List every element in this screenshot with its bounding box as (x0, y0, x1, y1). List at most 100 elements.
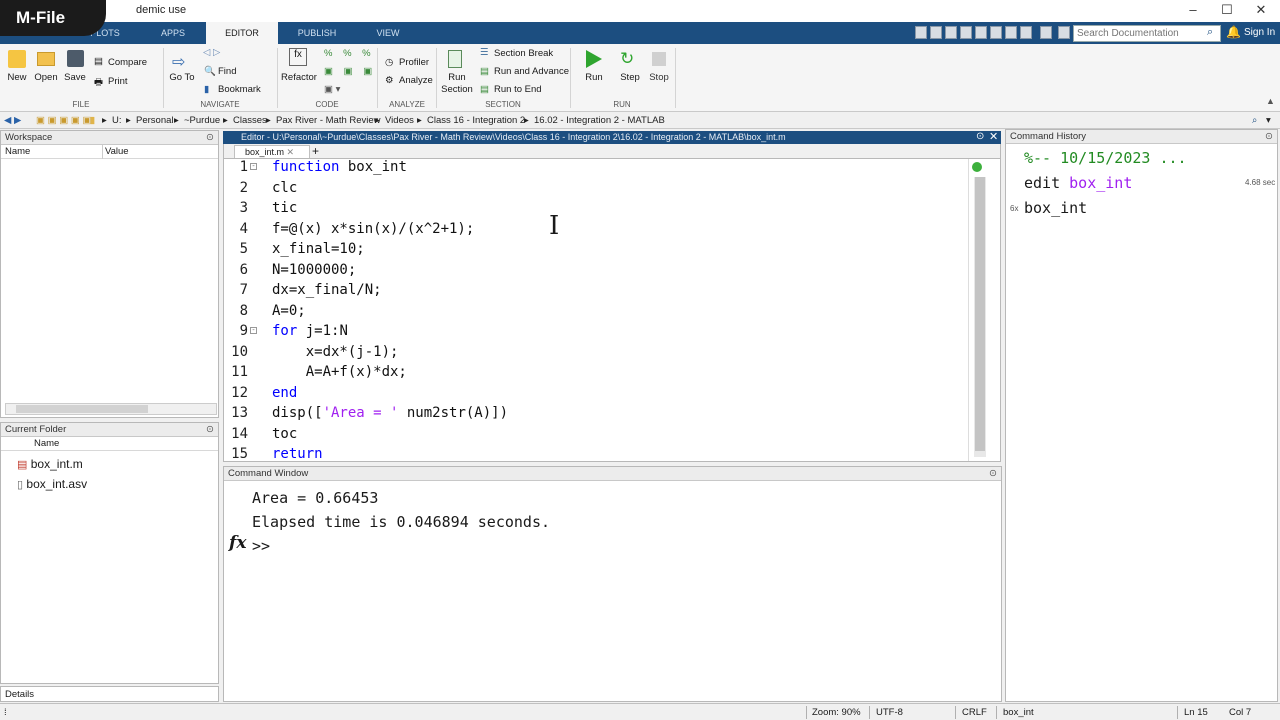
cut-quick-icon[interactable] (930, 26, 942, 39)
editor-file-tab[interactable]: box_int.m ✕ (234, 145, 310, 158)
fold-toggle-icon[interactable]: - (250, 327, 257, 334)
panel-menu-icon[interactable]: ⊙ (989, 468, 997, 479)
minimize-button[interactable]: – (1182, 2, 1204, 20)
code-line[interactable]: disp(['Area = ' num2str(A)]) (272, 405, 508, 421)
print-button[interactable]: Print (108, 76, 128, 87)
folder-col-name[interactable]: Name (34, 438, 59, 449)
tab-editor[interactable]: EDITOR (206, 22, 278, 44)
close-button[interactable]: ✕ (1250, 2, 1272, 20)
nav-arrows-icon[interactable]: ◀ ▶ (4, 115, 21, 126)
run-and-advance-button[interactable]: Run and Advance (494, 66, 569, 77)
list-item[interactable]: ▯ box_int.asv (17, 477, 87, 491)
history-session-header[interactable]: %-- 10/15/2023 ... (1024, 149, 1187, 167)
search-documentation-input[interactable] (1073, 25, 1221, 42)
panel-menu-icon[interactable]: ⊙ (206, 424, 214, 435)
path-segment[interactable]: Personal (136, 115, 174, 126)
code-line[interactable]: x=dx*(j-1); (272, 344, 399, 360)
find-button[interactable]: Find (218, 66, 236, 77)
open-button[interactable]: Open (30, 72, 62, 83)
code-line[interactable]: A=A+f(x)*dx; (272, 364, 407, 380)
paste-quick-icon[interactable] (960, 26, 972, 39)
run-to-end-button[interactable]: Run to End (494, 84, 542, 95)
tab-view[interactable]: VIEW (356, 22, 420, 44)
copy-quick-icon[interactable] (945, 26, 957, 39)
workspace-col-value[interactable]: Value (105, 146, 129, 157)
search-icon[interactable]: ⌕ (1207, 26, 1213, 39)
path-segment[interactable]: U: (112, 115, 122, 126)
code-more-icon[interactable]: ▣ ▾ (324, 84, 340, 95)
save-button[interactable]: Save (60, 72, 90, 83)
run-button[interactable]: Run (580, 72, 608, 83)
code-line[interactable]: A=0; (272, 303, 306, 319)
scroll-thumb[interactable] (16, 405, 148, 413)
details-panel[interactable]: Details (0, 686, 219, 702)
code-line[interactable]: function box_int (272, 159, 407, 175)
code-line[interactable]: dx=x_final/N; (272, 282, 382, 298)
tab-close-icon[interactable]: ✕ (287, 147, 295, 157)
code-line[interactable]: clc (272, 180, 297, 196)
go-to-button[interactable]: Go To (166, 72, 198, 83)
back-forward-icon[interactable]: ◁ ▷ (203, 47, 220, 58)
path-segment[interactable]: Pax River - Math Review (276, 115, 381, 126)
tab-apps[interactable]: APPS (140, 22, 206, 44)
step-button[interactable]: Step (615, 72, 645, 83)
command-window[interactable]: Command Window ⊙ Area = 0.66453 Elapsed t… (223, 466, 1002, 702)
editor-close-icon[interactable]: ✕ (989, 130, 998, 143)
path-segment[interactable]: Videos (385, 115, 414, 126)
compare-button[interactable]: Compare (108, 57, 147, 68)
history-entry[interactable]: edit box_int (1024, 174, 1132, 192)
list-item[interactable]: ▤ box_int.m (17, 457, 83, 471)
customize-icon[interactable] (1020, 26, 1032, 39)
indent-icons[interactable]: ▣ ▣ ▣ (324, 66, 376, 77)
column-divider[interactable] (102, 145, 103, 159)
workspace-col-name[interactable]: Name (5, 146, 30, 157)
code-line[interactable]: N=1000000; (272, 262, 356, 278)
new-button[interactable]: New (2, 72, 32, 83)
profiler-button[interactable]: Profiler (399, 57, 429, 68)
code-line[interactable]: for j=1:N (272, 323, 348, 339)
code-line[interactable]: x_final=10; (272, 241, 365, 257)
save-quick-icon[interactable] (915, 26, 927, 39)
undo-quick-icon[interactable] (975, 26, 987, 39)
command-prompt[interactable]: >> (252, 537, 270, 555)
code-editor[interactable]: 1 function box_int - 2 clc 3 tic 4 f=@(x) x*sin(… (223, 158, 1001, 462)
code-line[interactable]: return (272, 446, 323, 462)
path-dropdown-icon[interactable]: ▾ (1266, 115, 1271, 126)
help-icon[interactable] (1040, 26, 1052, 39)
path-segment[interactable]: Classes (233, 115, 267, 126)
code-line[interactable]: end (272, 385, 297, 401)
analyze-button[interactable]: Analyze (399, 75, 433, 86)
run-section-button[interactable]: Run Section (440, 72, 474, 96)
code-line[interactable]: f=@(x) x*sin(x)/(x^2+1); (272, 221, 474, 237)
redo-quick-icon[interactable] (990, 26, 1002, 39)
path-segment[interactable]: 16.02 - Integration 2 - MATLAB (534, 115, 665, 126)
path-search-icon[interactable]: ⌕ (1252, 115, 1257, 126)
workspace-hscrollbar[interactable] (5, 403, 217, 415)
fold-toggle-icon[interactable]: - (250, 163, 257, 170)
community-icon[interactable] (1058, 26, 1070, 39)
switch-windows-icon[interactable] (1005, 26, 1017, 39)
stop-button[interactable]: Stop (645, 72, 673, 83)
comment-icons[interactable]: % % % (324, 48, 375, 59)
scroll-thumb[interactable] (975, 177, 985, 451)
bell-icon[interactable]: 🔔 (1226, 25, 1241, 39)
history-entry[interactable]: box_int (1024, 199, 1087, 217)
code-line[interactable]: tic (272, 200, 297, 216)
path-segment[interactable]: ~Purdue (184, 115, 220, 126)
function-browser-icon[interactable]: fx (229, 533, 246, 553)
folder-tools-icon[interactable]: ▣ ▣ ▣ ▣ ▣ (36, 115, 91, 126)
editor-menu-icon[interactable]: ⊙ (976, 131, 984, 142)
sign-in-link[interactable]: Sign In (1244, 27, 1275, 38)
code-line[interactable]: toc (272, 426, 297, 442)
editor-vscrollbar[interactable] (974, 177, 986, 457)
panel-menu-icon[interactable]: ⊙ (1265, 131, 1273, 142)
refactor-button[interactable]: Refactor (280, 72, 318, 83)
tab-publish[interactable]: PUBLISH (278, 22, 356, 44)
new-tab-button[interactable]: + (312, 144, 319, 158)
path-segment[interactable]: Class 16 - Integration 2 (427, 115, 525, 126)
section-break-button[interactable]: Section Break (494, 48, 553, 59)
bookmark-button[interactable]: Bookmark (218, 84, 261, 95)
panel-menu-icon[interactable]: ⊙ (206, 132, 214, 143)
maximize-button[interactable]: ☐ (1216, 2, 1238, 20)
collapse-ribbon-icon[interactable]: ▲ (1266, 96, 1275, 106)
